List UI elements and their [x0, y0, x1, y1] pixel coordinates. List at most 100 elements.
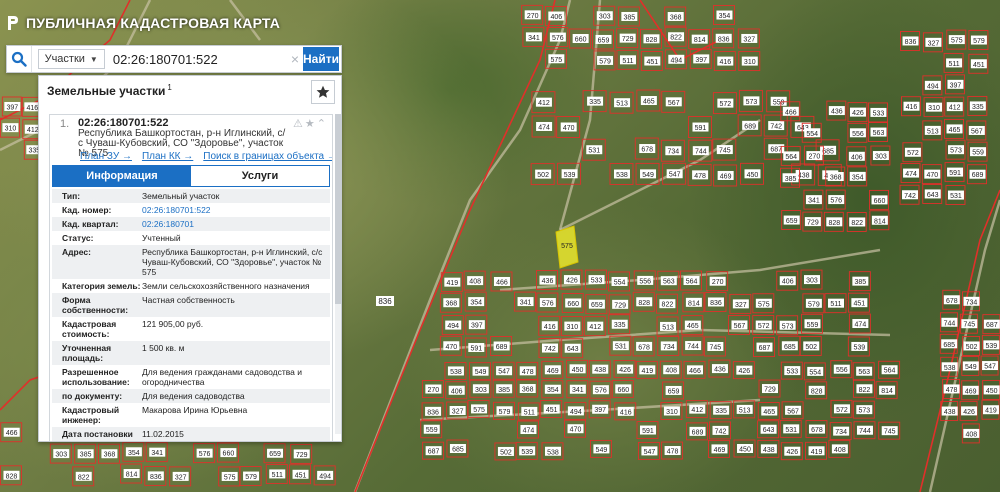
parcel-label: 513: [616, 101, 628, 108]
parcel-label: 563: [663, 279, 675, 286]
parcel-label: 745: [964, 322, 976, 329]
property-label: Дата постановки на учет:: [62, 429, 133, 441]
tab-services[interactable]: Услуги: [191, 166, 329, 186]
property-value: Земли сельскохозяйственного назначения: [142, 281, 310, 291]
scrollbar-thumb[interactable]: [335, 114, 341, 304]
parcel-label: 579: [599, 58, 611, 65]
property-label: Кадастровая стоимость:: [62, 319, 117, 339]
parcel-label: 450: [747, 172, 759, 179]
parcel-label: 575: [473, 407, 485, 414]
parcel-label: 744: [859, 428, 871, 435]
parcel-label: 579: [973, 38, 985, 45]
tab-information[interactable]: Информация: [53, 166, 191, 186]
parcel-label: 408: [834, 447, 846, 454]
parcel-label: 556: [852, 131, 864, 138]
parcel-label: 572: [836, 407, 848, 414]
parcel-label: 406: [851, 154, 863, 161]
favorite-button[interactable]: [311, 80, 335, 104]
parcel-label: 689: [972, 172, 984, 179]
chevron-down-icon: ▼: [89, 54, 98, 64]
panel-scrollbar[interactable]: [335, 114, 341, 434]
object-type-select[interactable]: Участки ▼: [37, 49, 105, 69]
parcel-label: 470: [563, 125, 575, 132]
property-value: Земельный участок: [142, 191, 220, 201]
result-count: 1: [167, 83, 172, 92]
parcel-label: 385: [785, 176, 797, 183]
warning-icon[interactable]: ⚠: [293, 117, 303, 130]
clear-icon[interactable]: ×: [289, 51, 301, 67]
parcel-label: 270: [712, 279, 724, 286]
parcel-label: 385: [498, 387, 510, 394]
parcel-label: 822: [662, 302, 674, 309]
parcel-label: 466: [6, 430, 18, 437]
parcel-label: 572: [758, 323, 770, 330]
parcel-label: 474: [523, 428, 535, 435]
parcel-label: 478: [946, 387, 958, 394]
parcel-label: 303: [475, 387, 487, 394]
parcel-label: 341: [520, 300, 532, 307]
parcel-label: 643: [927, 192, 939, 199]
parcel-label: 822: [851, 220, 863, 227]
parcel-label: 822: [78, 474, 90, 481]
parcel-label: 412: [27, 127, 39, 134]
chevron-up-icon[interactable]: ⌃: [317, 117, 326, 130]
parcel-label: 465: [687, 323, 699, 330]
parcel-label: 547: [669, 172, 681, 179]
parcel-label: 469: [714, 447, 726, 454]
parcel-label: 406: [550, 14, 562, 21]
parcel-label: 502: [805, 344, 817, 351]
parcel-label: 451: [973, 62, 985, 69]
parcel-label: 538: [944, 365, 956, 372]
parcel-label: 660: [567, 301, 579, 308]
plan-kk-link[interactable]: План КК →: [142, 151, 193, 162]
parcel-label: 368: [445, 301, 457, 308]
parcel-label: 335: [614, 322, 626, 329]
parcel-label: 341: [151, 450, 163, 457]
property-value: 1 500 кв. м: [142, 343, 185, 353]
property-label: Тип:: [62, 191, 81, 201]
property-label: Форма собственности:: [62, 295, 129, 315]
parcel-label: 531: [615, 344, 627, 351]
search-input[interactable]: [104, 46, 289, 72]
parcel-label: 659: [591, 302, 603, 309]
property-row: Кад. квартал: 02:26:180701: [52, 217, 330, 231]
property-row: Кадастровый инженер: Макарова Ирина Юрьев…: [52, 403, 330, 427]
parcel-label: 341: [528, 35, 540, 42]
parcel-label: 494: [670, 57, 682, 64]
parcel-label: 368: [522, 387, 534, 394]
parcel-label: 327: [175, 474, 187, 481]
parcel-label: 828: [6, 473, 18, 480]
property-value-link[interactable]: 02:26:180701:522: [142, 205, 330, 215]
search-button[interactable]: Найти: [303, 47, 339, 71]
parcel-label: 397: [6, 104, 18, 111]
parcel-label: 742: [904, 193, 916, 200]
search-in-bounds-link[interactable]: Поиск в границах объекта →: [203, 151, 332, 162]
plan-zu-link[interactable]: План ЗУ →: [80, 151, 132, 162]
parcel-label: 303: [806, 278, 818, 285]
property-value: Для ведения гражданами садоводства и ого…: [142, 367, 303, 387]
property-label: Разрешенное использование:: [62, 367, 130, 387]
parcel-label: 426: [786, 449, 798, 456]
star-icon[interactable]: ★: [305, 117, 315, 130]
search-icon[interactable]: [7, 46, 32, 72]
parcel-label: 341: [572, 387, 584, 394]
parcel-label: 270: [428, 387, 440, 394]
parcel-label: 659: [269, 451, 281, 458]
property-value-link[interactable]: 02:26:180701: [142, 219, 330, 229]
parcel-label: 576: [199, 451, 211, 458]
parcel-label: 533: [591, 278, 603, 285]
parcel-label: 643: [567, 346, 579, 353]
parcel-label: 659: [668, 388, 680, 395]
result-item-header: 1. 02:26:180701:522 Республика Башкортос…: [50, 115, 332, 163]
property-label: Кад. номер:: [62, 205, 112, 215]
parcel-label: 397: [471, 323, 483, 330]
parcel-label: 438: [944, 409, 956, 416]
properties-table: Тип: Земельный участок Кад. номер: 02:26:1…: [52, 189, 330, 441]
parcel-label: 466: [785, 109, 797, 116]
parcel-label: 549: [475, 369, 487, 376]
result-card: 1. 02:26:180701:522 Республика Башкортос…: [49, 114, 333, 441]
parcel-label: 576: [542, 301, 554, 308]
parcel-label: 494: [319, 473, 331, 480]
parcel-label: 466: [689, 368, 701, 375]
app-title: ПУБЛИЧНАЯ КАДАСТРОВАЯ КАРТА: [26, 15, 281, 31]
